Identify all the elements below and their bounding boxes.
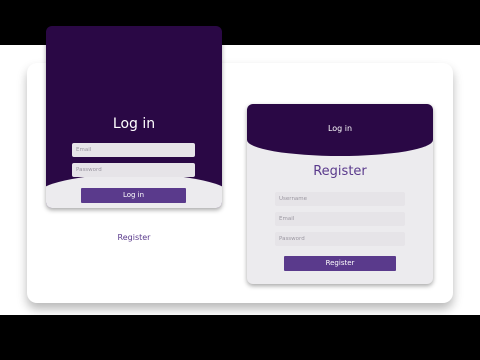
register-password-field[interactable]: Password: [275, 232, 405, 246]
switch-to-login-link[interactable]: Log in: [247, 124, 433, 133]
switch-to-register-link[interactable]: Register: [46, 233, 222, 242]
login-password-field[interactable]: Password: [72, 163, 195, 177]
register-email-field[interactable]: Email: [275, 212, 405, 226]
register-username-field[interactable]: Username: [275, 192, 405, 206]
register-title: Register: [313, 164, 367, 179]
login-title: Log in: [112, 116, 156, 132]
register-submit-button[interactable]: Register: [284, 256, 396, 271]
login-email-field[interactable]: Email: [72, 143, 195, 157]
letterbox-bottom: [0, 315, 480, 360]
login-submit-button[interactable]: Log in: [81, 188, 186, 203]
